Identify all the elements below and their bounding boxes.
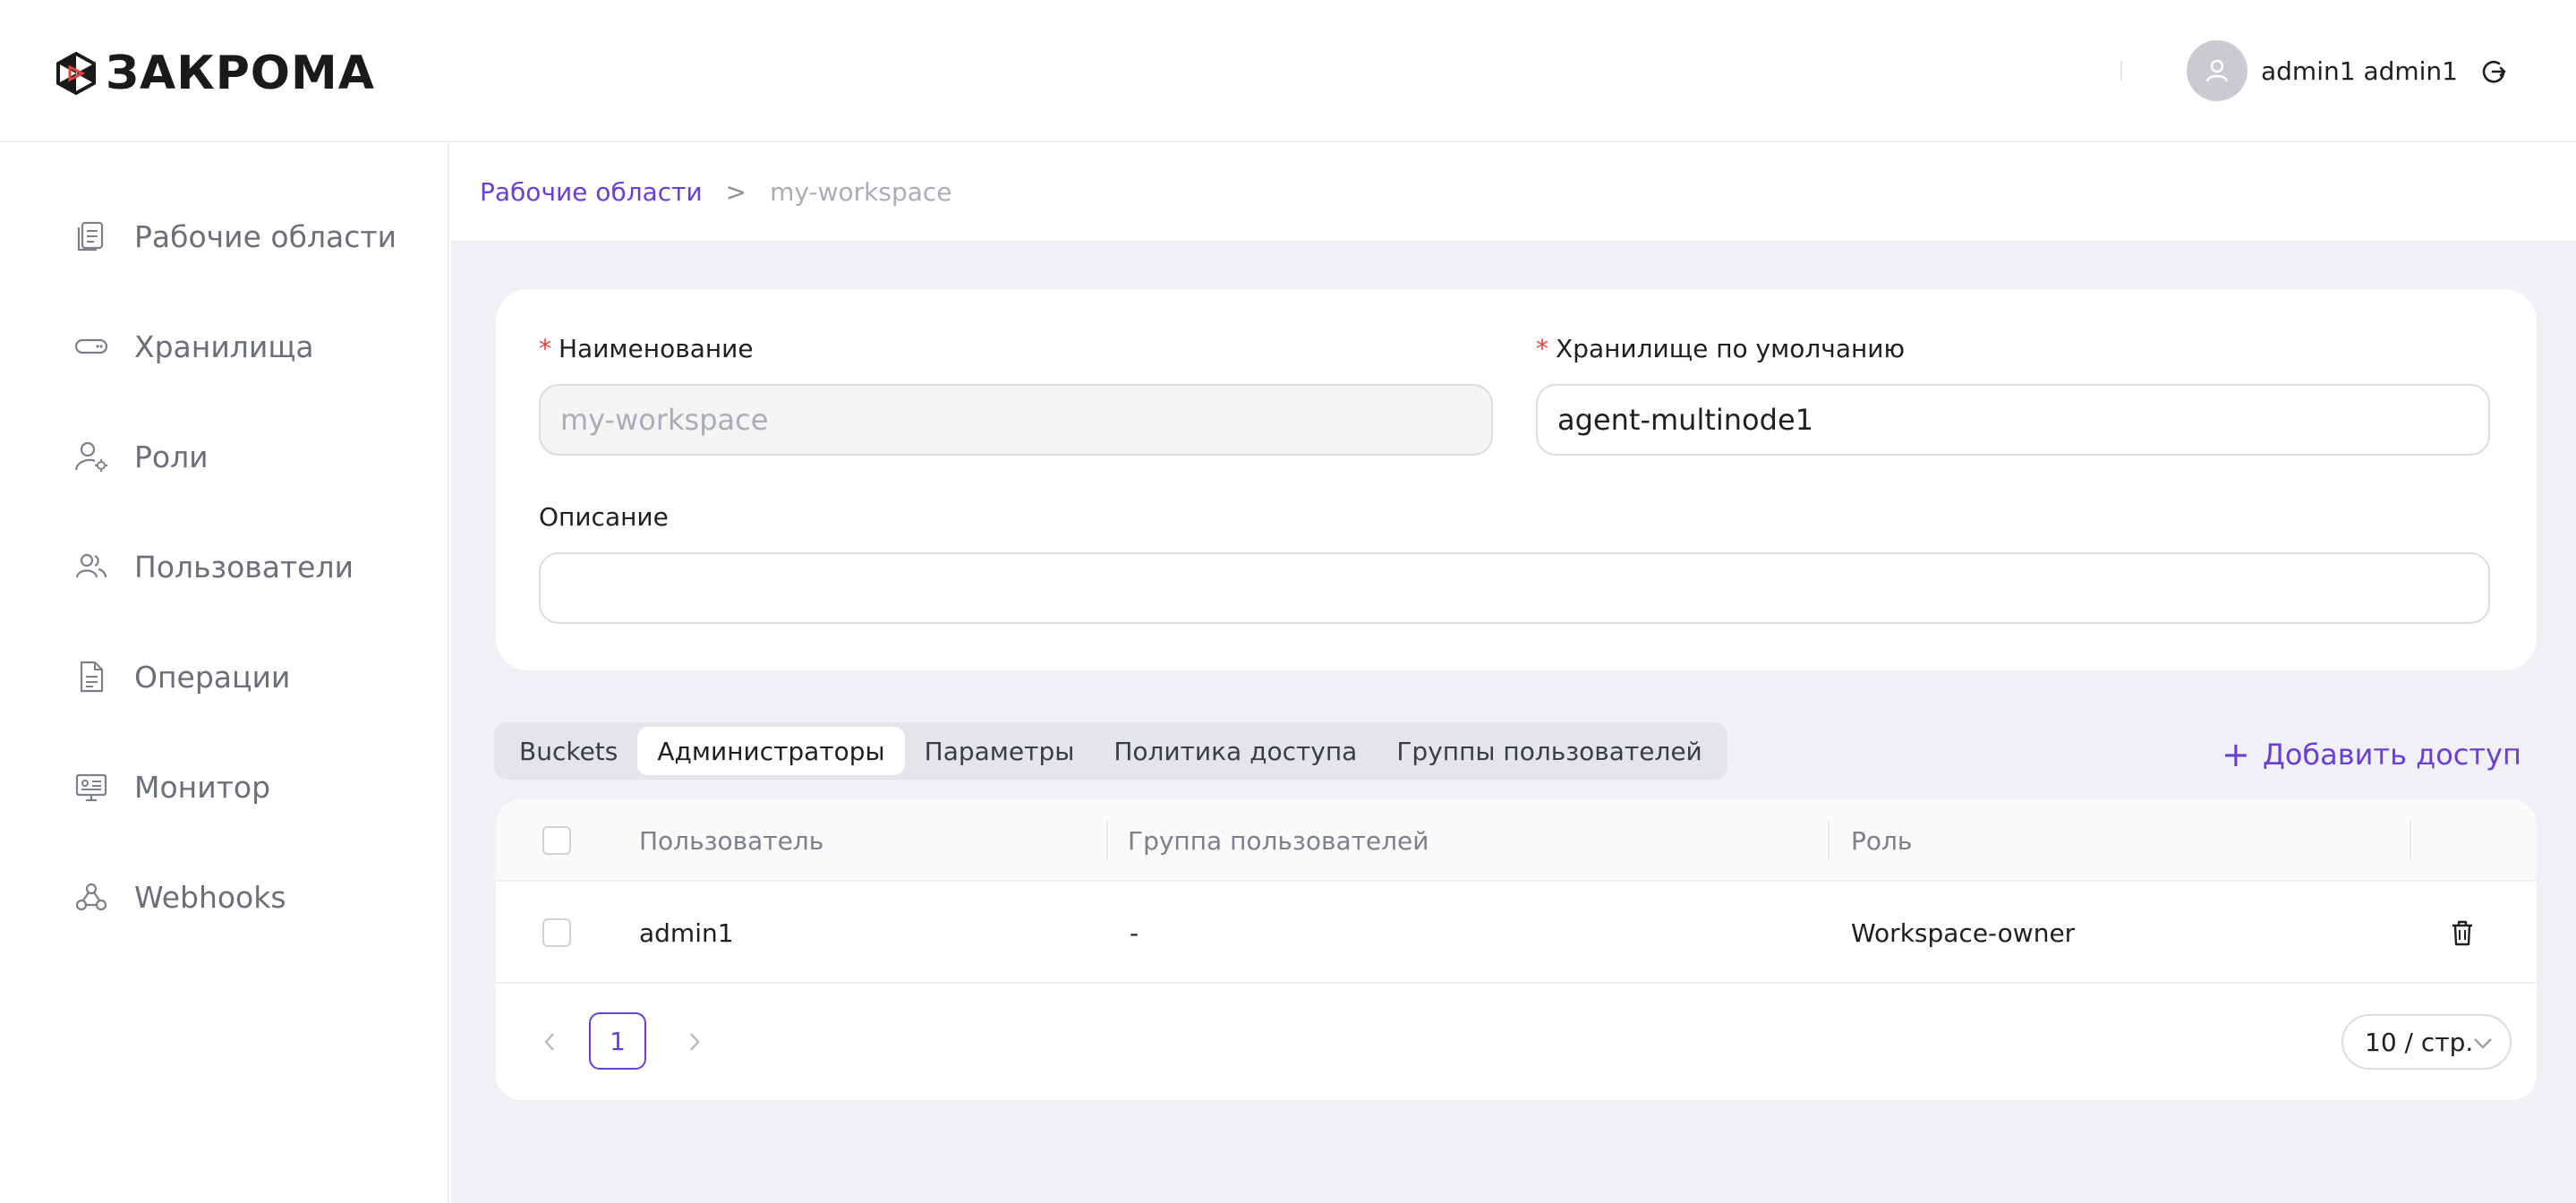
workspace-form: * Наименование my-workspace * Хранилище по…: [496, 289, 2537, 670]
tab-parameters[interactable]: Параметры: [905, 727, 1095, 775]
sidebar-item-storage[interactable]: Хранилища: [73, 320, 314, 373]
default-storage-label: * Хранилище по умолчанию: [1536, 334, 1906, 363]
sidebar-item-label: Хранилища: [134, 328, 314, 364]
breadcrumb-link-workspaces[interactable]: Рабочие области: [480, 177, 703, 207]
add-access-button[interactable]: + Добавить доступ: [2222, 738, 2521, 772]
default-storage-select[interactable]: agent-multinode1: [1536, 384, 2490, 456]
column-header-role[interactable]: Роль: [1851, 799, 1912, 882]
access-table: Пользователь Группа пользователей Роль a…: [496, 799, 2537, 1100]
name-input[interactable]: my-workspace: [539, 384, 1493, 456]
prev-page-button[interactable]: [535, 1027, 566, 1057]
page-size-select[interactable]: 10 / стр.: [2341, 1014, 2512, 1070]
tab-buckets[interactable]: Buckets: [499, 727, 637, 775]
logout-icon[interactable]: [2479, 57, 2508, 86]
required-mark: *: [1536, 334, 1548, 363]
column-header-group[interactable]: Группа пользователей: [1128, 799, 1429, 882]
users-icon: [73, 549, 109, 584]
chevron-down-icon: [2474, 1038, 2492, 1049]
user-name[interactable]: admin1 admin1: [2261, 54, 2458, 90]
sidebar: Рабочие области Хранилища Роли Пользоват…: [0, 142, 449, 1203]
breadcrumb-current: my-workspace: [770, 176, 952, 207]
description-label: Описание: [539, 502, 669, 532]
next-page-button[interactable]: [678, 1027, 709, 1057]
tab-user-groups[interactable]: Группы пользователей: [1377, 727, 1721, 775]
sidebar-item-workspaces[interactable]: Рабочие области: [73, 209, 397, 263]
column-header-user[interactable]: Пользователь: [639, 799, 823, 882]
cell-group: -: [1130, 917, 1139, 948]
sidebar-item-label: Рабочие области: [134, 218, 397, 254]
sidebar-item-label: Пользователи: [134, 549, 354, 584]
plus-icon: +: [2222, 735, 2250, 774]
row-checkbox[interactable]: [542, 918, 571, 947]
sidebar-item-label: Роли: [134, 439, 209, 474]
table-header: Пользователь Группа пользователей Роль: [496, 799, 2537, 882]
tabs: Buckets Администраторы Параметры Политик…: [494, 722, 1727, 780]
page-number[interactable]: 1: [589, 1012, 646, 1070]
logo[interactable]: ЗАКРОМА: [54, 47, 375, 100]
column-divider[interactable]: [1106, 821, 1108, 860]
avatar[interactable]: [2187, 40, 2248, 101]
tab-access-policy[interactable]: Политика доступа: [1094, 727, 1377, 775]
required-mark: *: [539, 334, 551, 363]
sidebar-item-monitor[interactable]: Монитор: [73, 760, 270, 814]
breadcrumb-separator: >: [725, 176, 747, 207]
column-divider[interactable]: [1828, 821, 1830, 860]
monitor-icon: [73, 769, 109, 805]
role-icon: [73, 439, 109, 474]
select-all-checkbox[interactable]: [542, 826, 571, 855]
header-divider: [2120, 61, 2122, 81]
user-icon: [2205, 59, 2229, 82]
chevron-right-icon: [690, 1033, 700, 1051]
sidebar-item-webhooks[interactable]: Webhooks: [73, 870, 286, 924]
tab-administrators[interactable]: Администраторы: [637, 727, 905, 775]
chevron-left-icon: [544, 1033, 554, 1051]
table-row: admin1 - Workspace-owner: [496, 882, 2537, 984]
sidebar-item-users[interactable]: Пользователи: [73, 540, 354, 593]
trash-icon[interactable]: [2447, 917, 2478, 948]
main-content: Рабочие области > my-workspace * Наименов…: [451, 142, 2576, 1203]
webhooks-icon: [73, 879, 109, 915]
name-label: * Наименование: [539, 334, 754, 363]
logo-icon: [56, 51, 96, 96]
description-input[interactable]: [539, 552, 2490, 624]
column-divider[interactable]: [2410, 821, 2411, 860]
sidebar-item-roles[interactable]: Роли: [73, 430, 209, 483]
sidebar-item-operations[interactable]: Операции: [73, 650, 290, 704]
page-size-value: 10 / стр.: [2365, 1027, 2474, 1057]
sidebar-item-label: Webhooks: [134, 879, 286, 915]
operations-icon: [73, 659, 109, 695]
app-header: ЗАКРОМА admin1 admin1: [0, 0, 2576, 142]
breadcrumb: Рабочие области > my-workspace: [451, 142, 2576, 243]
logo-text: ЗАКРОМА: [106, 47, 375, 100]
cell-role: Workspace-owner: [1851, 917, 2076, 948]
workspaces-icon: [73, 218, 109, 254]
storage-icon: [73, 328, 109, 364]
cell-user: admin1: [639, 917, 734, 948]
sidebar-item-label: Монитор: [134, 769, 271, 805]
add-access-label: Добавить доступ: [2262, 738, 2521, 772]
sidebar-item-label: Операции: [134, 659, 291, 695]
